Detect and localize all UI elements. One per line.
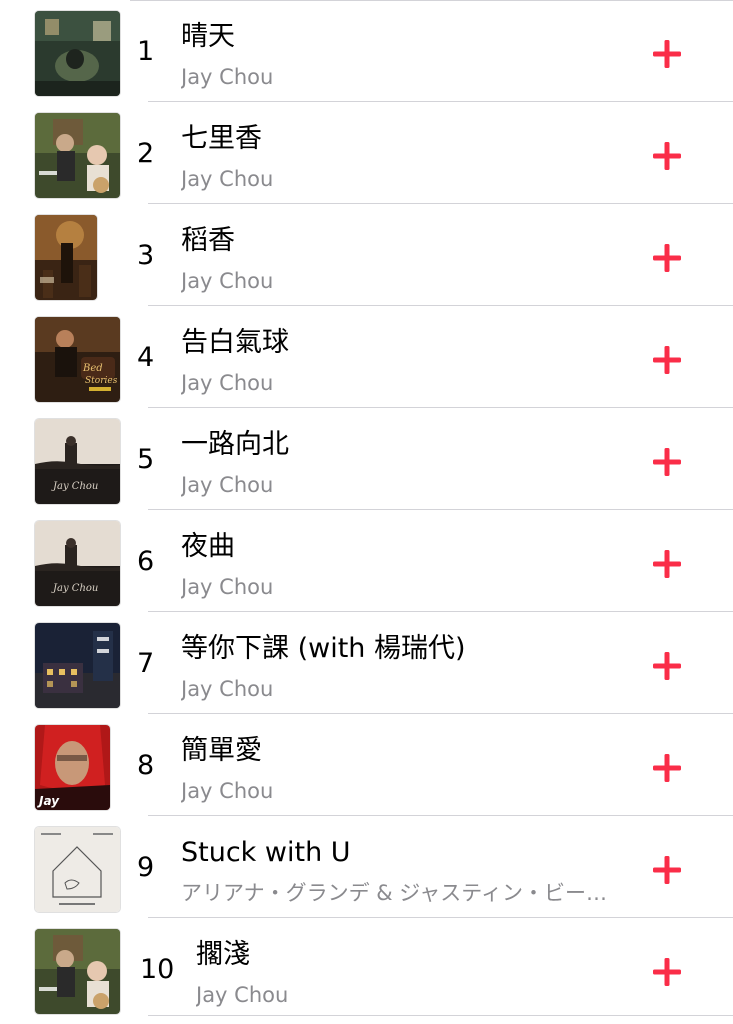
track-row[interactable]: Bed Stories 4 告白氣球 Jay Chou	[0, 306, 733, 408]
add-button[interactable]	[650, 547, 684, 581]
track-row[interactable]: 9 Stuck with U アリアナ・グランデ & ジャスティン・ビー…	[0, 816, 733, 918]
track-title[interactable]: 告白氣球	[181, 326, 289, 360]
svg-text:Jay Chou: Jay Chou	[51, 583, 98, 594]
add-button[interactable]	[650, 139, 684, 173]
track-row[interactable]: Jay 8 簡單愛 Jay Chou	[0, 714, 733, 816]
album-cover-jay-chou-1-icon: Jay Chou	[35, 419, 120, 504]
track-title[interactable]: 一路向北	[181, 428, 289, 462]
plus-icon	[653, 856, 681, 884]
add-button[interactable]	[650, 343, 684, 377]
add-button[interactable]	[650, 241, 684, 275]
track-row[interactable]: 1 晴天 Jay Chou	[0, 0, 733, 102]
album-cover-deng-ni-xia-ke-icon	[35, 623, 120, 708]
track-title[interactable]: 擱淺	[196, 938, 250, 972]
track-rank: 2	[137, 138, 155, 169]
plus-icon	[653, 550, 681, 578]
track-row[interactable]: 7 等你下課 (with 楊瑞代) Jay Chou	[0, 612, 733, 714]
svg-text:Jay Chou: Jay Chou	[51, 481, 98, 492]
album-cover-stuck-with-u-icon	[35, 827, 120, 912]
track-artist[interactable]: アリアナ・グランデ & ジャスティン・ビー…	[181, 879, 607, 907]
album-artwork[interactable]: Bed Stories	[35, 317, 120, 402]
track-rank: 7	[137, 648, 155, 679]
track-artist[interactable]: Jay Chou	[181, 369, 273, 397]
track-rank: 9	[137, 852, 155, 883]
album-cover-mo-jie-icon	[35, 215, 97, 300]
track-artist[interactable]: Jay Chou	[181, 675, 273, 703]
track-rank: 3	[137, 240, 155, 271]
track-artist[interactable]: Jay Chou	[181, 63, 273, 91]
album-artwork[interactable]	[35, 929, 120, 1014]
track-artist[interactable]: Jay Chou	[181, 165, 273, 193]
track-row[interactable]: Jay Chou 5 一路向北 Jay Chou	[0, 408, 733, 510]
track-artist[interactable]: Jay Chou	[181, 573, 273, 601]
plus-icon	[653, 754, 681, 782]
plus-icon	[653, 244, 681, 272]
album-cover-jay-chou-2-icon: Jay Chou	[35, 521, 120, 606]
plus-icon	[653, 958, 681, 986]
album-cover-qi-li-xiang-icon	[35, 113, 120, 198]
plus-icon	[653, 346, 681, 374]
track-rank: 10	[140, 954, 175, 985]
song-list: 1 晴天 Jay Chou 2 七里香 Jay Chou 3 稻香 Jay Ch…	[0, 0, 733, 1024]
svg-text:Jay: Jay	[37, 794, 60, 808]
album-cover-qing-tian-icon	[35, 11, 120, 96]
row-divider	[148, 1015, 733, 1016]
track-rank: 5	[137, 444, 155, 475]
track-artist[interactable]: Jay Chou	[181, 471, 273, 499]
add-button[interactable]	[650, 853, 684, 887]
plus-icon	[653, 40, 681, 68]
album-artwork[interactable]	[35, 215, 97, 300]
album-artwork[interactable]	[35, 623, 120, 708]
track-rank: 4	[137, 342, 155, 373]
album-artwork[interactable]	[35, 11, 120, 96]
album-cover-qi-li-xiang-icon	[35, 929, 120, 1014]
album-artwork[interactable]: Jay Chou	[35, 419, 120, 504]
add-button[interactable]	[650, 649, 684, 683]
album-artwork[interactable]: Jay	[35, 725, 110, 810]
track-title[interactable]: 夜曲	[181, 530, 235, 564]
add-button[interactable]	[650, 37, 684, 71]
track-rank: 1	[137, 36, 155, 67]
track-row[interactable]: Jay Chou 6 夜曲 Jay Chou	[0, 510, 733, 612]
plus-icon	[653, 142, 681, 170]
plus-icon	[653, 448, 681, 476]
album-cover-jay-red-hood-icon: Jay	[35, 725, 110, 810]
track-title[interactable]: 稻香	[181, 224, 235, 258]
album-cover-bedtime-stories-icon: Bed Stories	[35, 317, 120, 402]
album-artwork[interactable]	[35, 827, 120, 912]
track-artist[interactable]: Jay Chou	[196, 981, 288, 1009]
album-artwork[interactable]: Jay Chou	[35, 521, 120, 606]
track-title[interactable]: 等你下課 (with 楊瑞代)	[181, 632, 466, 666]
add-button[interactable]	[650, 445, 684, 479]
track-title[interactable]: 簡單愛	[181, 734, 262, 768]
track-artist[interactable]: Jay Chou	[181, 777, 273, 805]
track-rank: 8	[137, 750, 155, 781]
track-row[interactable]: 3 稻香 Jay Chou	[0, 204, 733, 306]
svg-text:Bed: Bed	[82, 363, 103, 374]
track-rank: 6	[137, 546, 155, 577]
plus-icon	[653, 652, 681, 680]
track-title[interactable]: 晴天	[181, 20, 235, 54]
track-title[interactable]: 七里香	[181, 122, 262, 156]
svg-text:Stories: Stories	[85, 376, 118, 386]
add-button[interactable]	[650, 751, 684, 785]
track-row[interactable]: 10 擱淺 Jay Chou	[0, 918, 733, 1020]
album-artwork[interactable]	[35, 113, 120, 198]
add-button[interactable]	[650, 955, 684, 989]
track-artist[interactable]: Jay Chou	[181, 267, 273, 295]
track-title[interactable]: Stuck with U	[181, 836, 351, 870]
track-row[interactable]: 2 七里香 Jay Chou	[0, 102, 733, 204]
